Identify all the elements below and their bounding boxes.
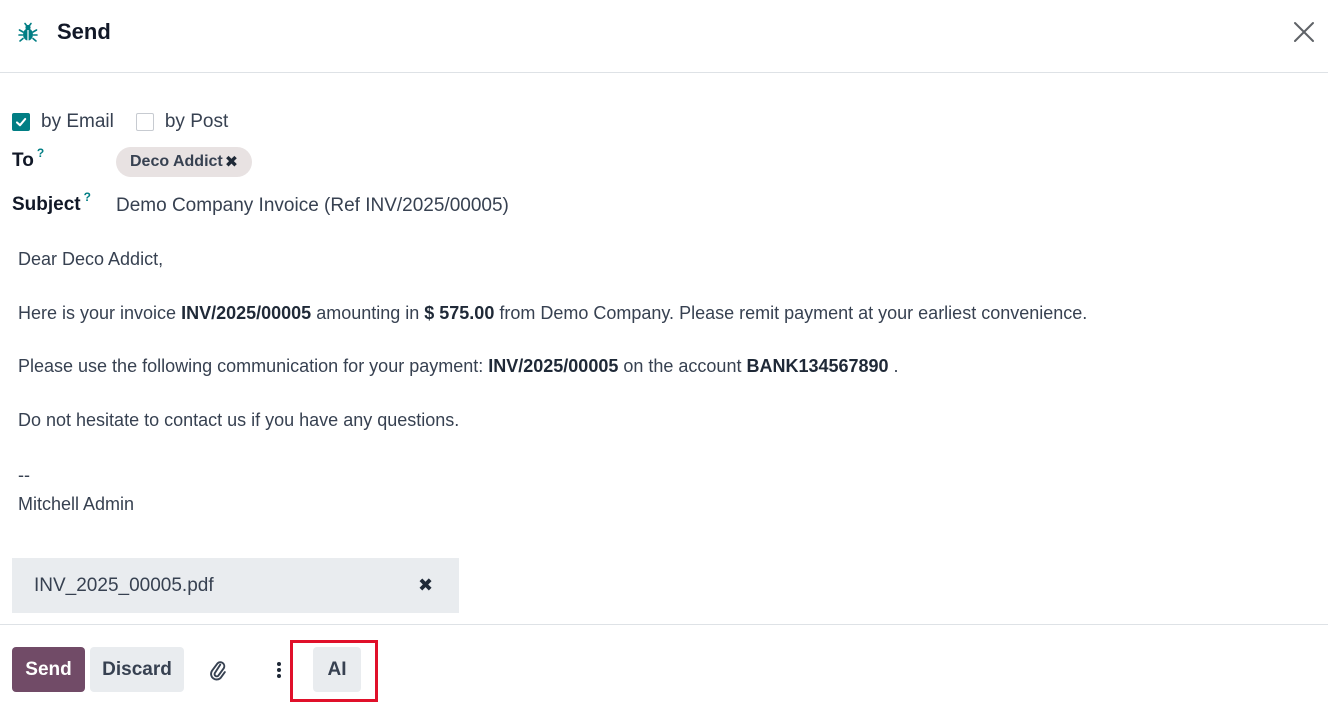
- paperclip-icon[interactable]: [205, 656, 231, 684]
- by-post-checkbox[interactable]: [135, 113, 154, 131]
- send-button[interactable]: Send: [12, 647, 85, 692]
- to-label-text: To: [12, 150, 34, 171]
- recipient-name: Deco Addict: [130, 153, 223, 170]
- footer-divider: [0, 624, 1328, 625]
- signature-separator: --: [18, 465, 30, 485]
- signature-name: Mitchell Admin: [18, 494, 135, 514]
- send-method-options: by Email by Post: [12, 111, 228, 133]
- remove-attachment-icon[interactable]: ✖: [418, 575, 433, 596]
- to-label: To?: [12, 146, 44, 172]
- discard-button[interactable]: Discard: [90, 647, 184, 692]
- dialog-header: Send: [0, 0, 1328, 73]
- line1-mid: amounting in: [311, 303, 425, 323]
- body-line-payment[interactable]: Please use the following communication f…: [18, 356, 899, 377]
- line2-mid: on the account: [618, 356, 747, 376]
- vertical-ellipsis-icon[interactable]: [266, 656, 292, 684]
- dialog-title: Send: [57, 19, 111, 44]
- by-email-option[interactable]: by Email: [12, 111, 114, 133]
- line2-suffix: .: [888, 356, 899, 376]
- close-icon[interactable]: [1290, 18, 1318, 46]
- payment-reference: INV/2025/00005: [488, 356, 619, 376]
- bug-icon: [18, 22, 38, 42]
- invoice-amount: $ 575.00: [424, 303, 495, 323]
- recipient-tag: Deco Addict ✖: [116, 147, 253, 177]
- body-line-contact[interactable]: Do not hesitate to contact us if you hav…: [18, 410, 459, 431]
- check-icon: [15, 117, 27, 127]
- by-post-option[interactable]: by Post: [135, 111, 229, 133]
- by-email-label: by Email: [41, 111, 114, 132]
- attachment-chip[interactable]: INV_2025_00005.pdf ✖: [12, 558, 459, 613]
- line1-prefix: Here is your invoice: [18, 303, 182, 323]
- by-post-label: by Post: [164, 111, 229, 132]
- line2-prefix: Please use the following communication f…: [18, 356, 489, 376]
- subject-label-text: Subject: [12, 194, 81, 215]
- body-greeting[interactable]: Dear Deco Addict,: [18, 249, 163, 270]
- attachment-filename: INV_2025_00005.pdf: [34, 575, 214, 596]
- line1-suffix: from Demo Company. Please remit payment …: [494, 303, 1088, 323]
- subject-label: Subject?: [12, 190, 91, 216]
- body-line-invoice[interactable]: Here is your invoice INV/2025/00005 amou…: [18, 303, 1087, 324]
- remove-recipient-icon[interactable]: ✖: [225, 152, 238, 172]
- subject-help-icon[interactable]: ?: [84, 190, 91, 204]
- ai-button[interactable]: AI: [313, 647, 361, 692]
- invoice-number: INV/2025/00005: [181, 303, 312, 323]
- to-help-icon[interactable]: ?: [37, 146, 44, 160]
- subject-input[interactable]: Demo Company Invoice (Ref INV/2025/00005…: [116, 195, 509, 217]
- bank-account: BANK134567890: [746, 356, 889, 376]
- by-email-checkbox[interactable]: [12, 113, 30, 131]
